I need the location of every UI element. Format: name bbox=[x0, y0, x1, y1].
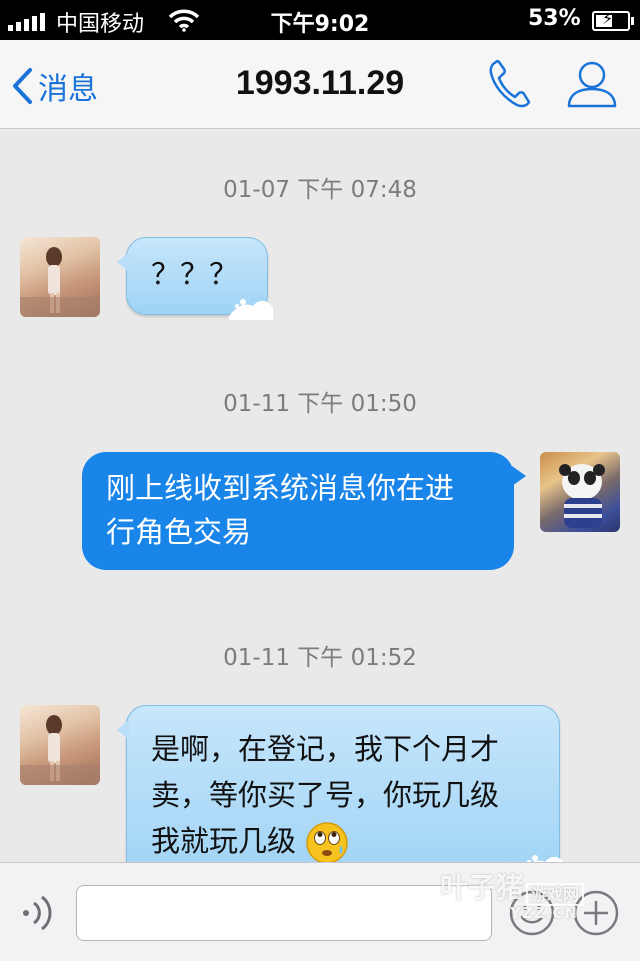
carrier-name: 中国移动 bbox=[56, 12, 145, 37]
message-timestamp: 01-11 下午 01:50 bbox=[223, 391, 417, 417]
charging-bolt-icon: ⚡ bbox=[602, 9, 614, 28]
plus-icon bbox=[573, 890, 619, 936]
status-bar: 中国移动 下午9:02 53% ⚡ bbox=[0, 0, 640, 40]
phone-icon bbox=[489, 60, 531, 108]
signal-icon bbox=[8, 13, 45, 31]
nav-bar: 消息 1993.11.29 bbox=[0, 40, 640, 129]
avatar[interactable] bbox=[20, 237, 100, 317]
plus-button[interactable] bbox=[572, 889, 620, 937]
message-input[interactable] bbox=[76, 885, 492, 941]
wave-decoration-icon bbox=[229, 299, 273, 320]
message-timestamp: 01-11 下午 01:52 bbox=[223, 645, 417, 671]
call-button[interactable] bbox=[486, 58, 534, 110]
voice-icon bbox=[23, 895, 52, 931]
avatar[interactable] bbox=[20, 705, 100, 785]
message-text-line: 我就玩几级 bbox=[151, 824, 297, 858]
page-title: 1993.11.29 bbox=[235, 64, 405, 102]
input-bar bbox=[0, 862, 640, 961]
rolling-eyes-emoji-icon bbox=[306, 822, 348, 864]
message-text: ？？？ bbox=[151, 257, 239, 291]
emoji-button[interactable] bbox=[508, 889, 556, 937]
outgoing-message[interactable]: 刚上线收到系统消息你在进 行角色交易 bbox=[82, 452, 526, 570]
message-text-line: 刚上线收到系统消息你在进 bbox=[106, 471, 455, 505]
contact-icon bbox=[567, 61, 617, 108]
contact-button[interactable] bbox=[564, 58, 620, 110]
message-timestamp: 01-07 下午 07:48 bbox=[223, 177, 417, 203]
message-text-line: 行角色交易 bbox=[106, 515, 252, 549]
wifi-icon bbox=[168, 8, 200, 38]
incoming-message[interactable]: 是啊，在登记，我下个月才 卖，等你买了号，你玩几级 我就玩几级 bbox=[117, 705, 565, 885]
battery-icon: ⚡ bbox=[592, 9, 634, 31]
emoji-icon bbox=[509, 890, 555, 936]
message-text-line: 是啊，在登记，我下个月才 bbox=[151, 732, 500, 766]
incoming-message[interactable]: ？？？ bbox=[117, 237, 273, 320]
voice-button[interactable] bbox=[18, 891, 58, 935]
message-text-line: 卖，等你买了号，你玩几级 bbox=[151, 778, 500, 812]
avatar[interactable] bbox=[540, 452, 620, 532]
battery-percent: 53% bbox=[528, 6, 581, 31]
